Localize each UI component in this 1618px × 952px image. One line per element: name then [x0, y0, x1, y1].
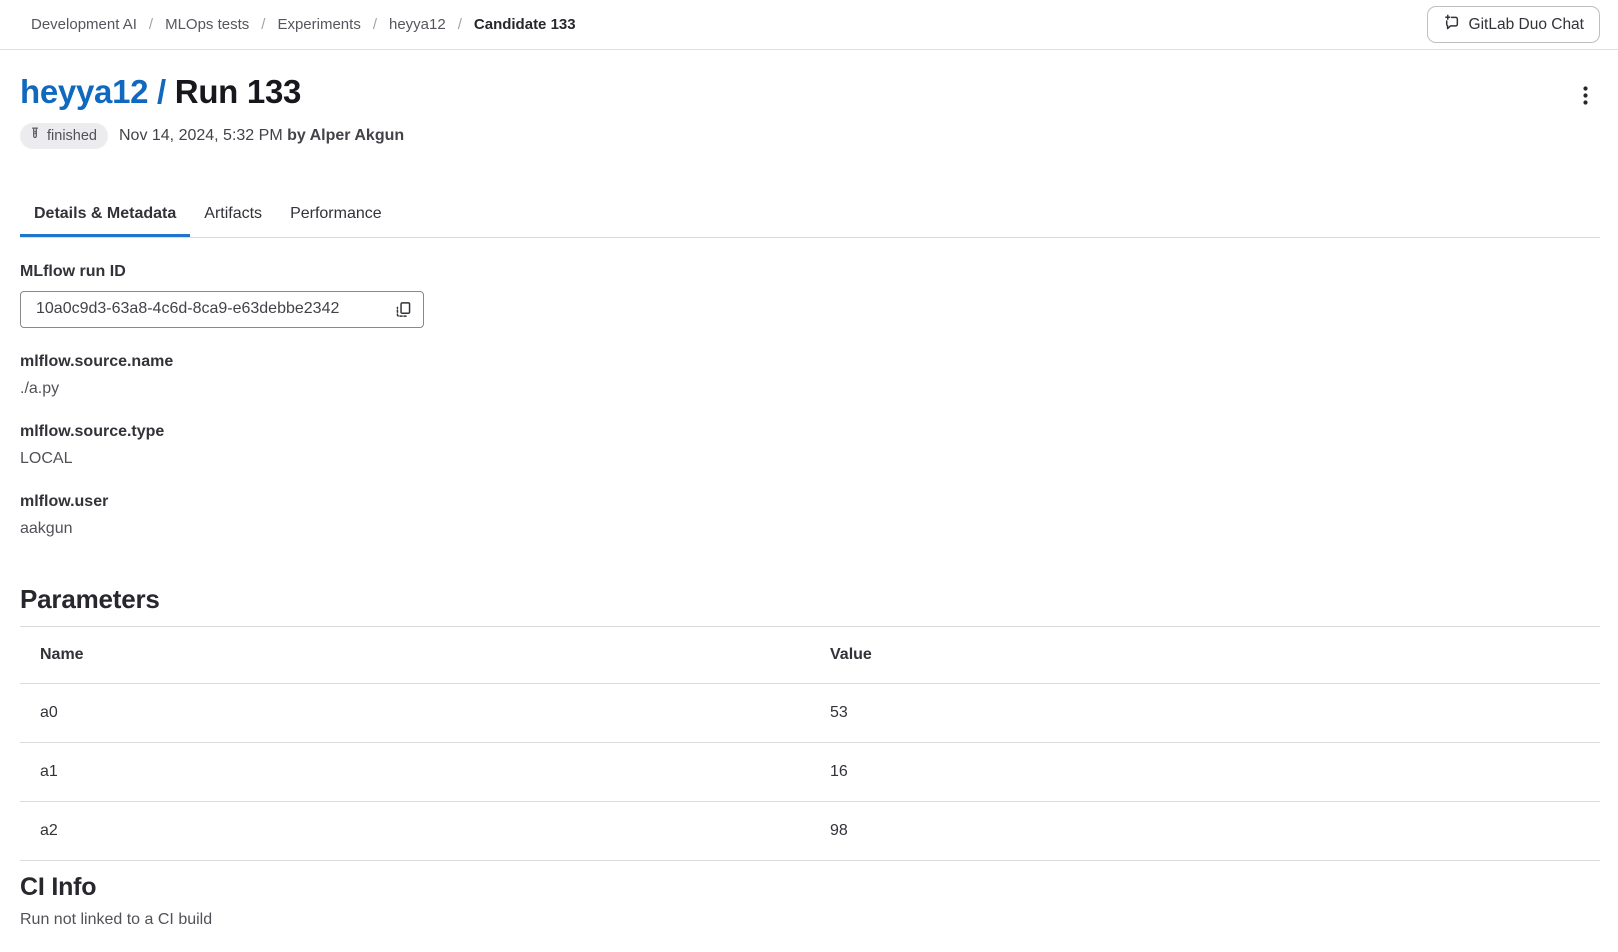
table-header-row: Name Value [20, 626, 1600, 683]
tab-artifacts[interactable]: Artifacts [190, 196, 276, 237]
column-header-name: Name [20, 626, 810, 683]
duo-chat-icon [1443, 14, 1460, 36]
parameters-heading: Parameters [20, 584, 1600, 615]
param-name: a0 [20, 683, 810, 742]
metadata-value: ./a.py [20, 380, 1600, 398]
ci-info-section: CI Info Run not linked to a CI build [20, 873, 1600, 949]
parameters-section: Parameters Name Value a0 53 a1 16 a2 [20, 584, 1600, 861]
page-title: heyya12 / Run 133 [20, 72, 301, 112]
copy-clipboard-icon [395, 306, 412, 321]
metadata-item: mlflow.user aakgun [20, 493, 1600, 538]
breadcrumb-item-experiments[interactable]: Experiments [277, 16, 360, 33]
metadata-value: LOCAL [20, 450, 1600, 468]
tab-performance[interactable]: Performance [276, 196, 396, 237]
breadcrumb-separator: / [261, 16, 265, 33]
run-id-field [20, 291, 424, 328]
breadcrumb-item-group[interactable]: Development AI [31, 16, 137, 33]
breadcrumb-separator: / [458, 16, 462, 33]
experiment-link[interactable]: heyya12 / [20, 73, 166, 110]
parameters-table: Name Value a0 53 a1 16 a2 98 [20, 626, 1600, 861]
breadcrumb: Development AI / MLOps tests / Experimen… [31, 16, 576, 33]
more-actions-button[interactable] [1575, 80, 1596, 111]
duo-chat-label: GitLab Duo Chat [1469, 16, 1584, 34]
top-bar: Development AI / MLOps tests / Experimen… [0, 0, 1618, 50]
breadcrumb-item-project[interactable]: MLOps tests [165, 16, 249, 33]
run-name: Run 133 [175, 73, 301, 110]
gitlab-duo-chat-button[interactable]: GitLab Duo Chat [1427, 6, 1600, 43]
table-row: a0 53 [20, 683, 1600, 742]
breadcrumb-separator: / [373, 16, 377, 33]
metadata-label: mlflow.source.name [20, 353, 1600, 371]
metadata-value: aakgun [20, 520, 1600, 538]
status-badge-label: finished [47, 128, 97, 144]
test-tube-icon [28, 127, 42, 145]
ci-info-heading: CI Info [20, 873, 1600, 902]
run-tabs: Details & Metadata Artifacts Performance [20, 196, 1600, 238]
metadata-item: mlflow.source.name ./a.py [20, 353, 1600, 398]
column-header-value: Value [810, 626, 1600, 683]
run-meta-row: finished Nov 14, 2024, 5:32 PM by Alper … [20, 123, 1600, 149]
title-row: heyya12 / Run 133 [20, 72, 1600, 112]
copy-run-id-button[interactable] [393, 299, 414, 320]
run-id-input[interactable] [34, 299, 385, 319]
run-id-label: MLflow run ID [20, 263, 1600, 281]
param-name: a1 [20, 742, 810, 801]
param-value: 53 [810, 683, 1600, 742]
status-badge: finished [20, 123, 108, 149]
run-author: by Alper Akgun [287, 127, 404, 144]
ci-info-message: Run not linked to a CI build [20, 911, 1600, 949]
param-value: 98 [810, 801, 1600, 860]
metadata-label: mlflow.source.type [20, 423, 1600, 441]
run-detail-page: heyya12 / Run 133 finished Nov 14 [0, 72, 1618, 949]
metadata-item: mlflow.source.type LOCAL [20, 423, 1600, 468]
run-timestamp: Nov 14, 2024, 5:32 PM by Alper Akgun [119, 127, 404, 145]
table-row: a2 98 [20, 801, 1600, 860]
breadcrumb-current-candidate: Candidate 133 [474, 16, 576, 33]
metadata-label: mlflow.user [20, 493, 1600, 511]
breadcrumb-separator: / [149, 16, 153, 33]
param-name: a2 [20, 801, 810, 860]
param-value: 16 [810, 742, 1600, 801]
table-row: a1 16 [20, 742, 1600, 801]
kebab-menu-icon [1583, 93, 1588, 108]
tab-details-metadata[interactable]: Details & Metadata [20, 196, 190, 237]
details-metadata-section: MLflow run ID mlflow.source.name ./a.py … [20, 263, 1600, 538]
breadcrumb-item-experiment[interactable]: heyya12 [389, 16, 446, 33]
